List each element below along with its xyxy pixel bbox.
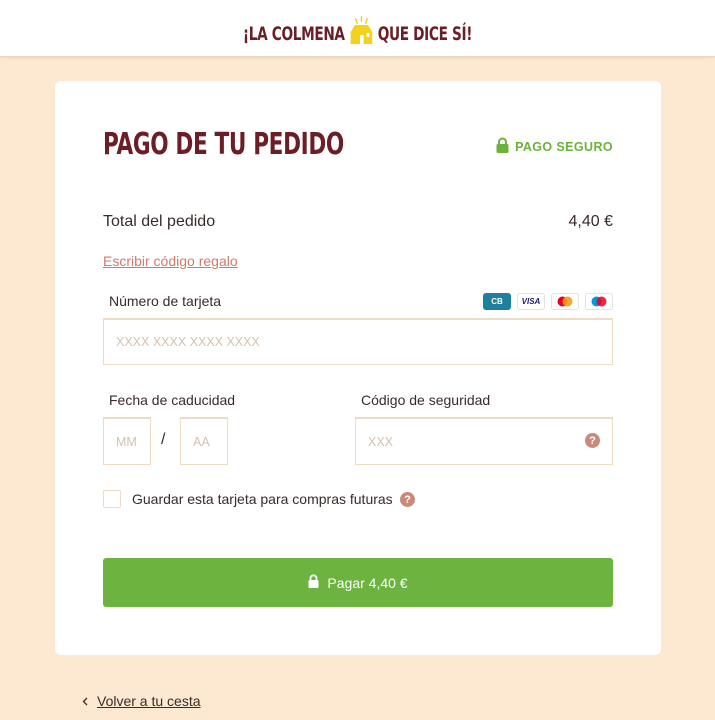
order-total-value: 4,40 € xyxy=(568,213,613,230)
page-title: PAGO DE TU PEDIDO xyxy=(103,127,344,162)
payment-card: PAGO DE TU PEDIDO PAGO SEGURO Total del … xyxy=(55,81,661,655)
card-number-input[interactable] xyxy=(103,318,613,365)
card-number-label: Número de tarjeta xyxy=(109,293,222,309)
expiry-date-label: Fecha de caducidad xyxy=(109,392,236,408)
order-total-label: Total del pedido xyxy=(103,213,216,230)
visa-card-icon: VISA xyxy=(517,293,545,310)
chevron-left-icon xyxy=(82,693,88,709)
mastercard-icon xyxy=(551,293,579,310)
save-card-checkbox[interactable] xyxy=(103,490,121,508)
pay-button[interactable]: Pagar 4,40 € xyxy=(103,558,613,607)
gift-code-link[interactable]: Escribir código regalo xyxy=(103,253,238,269)
logo-text-right: QUE DICE SÍ! xyxy=(377,23,473,45)
logo-text-left: ¡LA COLMENA xyxy=(242,23,345,45)
back-to-cart[interactable]: Volver a tu cesta xyxy=(82,693,201,709)
security-code-help-icon[interactable]: ? xyxy=(585,433,600,448)
security-code-label: Código de seguridad xyxy=(361,392,491,408)
security-code-input[interactable] xyxy=(355,417,613,465)
pay-button-label: Pagar 4,40 € xyxy=(327,574,408,591)
brand-logo[interactable]: ¡LA COLMENA QUE DICE SÍ! xyxy=(100,16,615,51)
back-to-cart-link[interactable]: Volver a tu cesta xyxy=(97,693,201,709)
secure-payment-badge: PAGO SEGURO xyxy=(496,137,613,156)
expiry-separator: / xyxy=(161,431,166,448)
cb-card-icon: CB xyxy=(483,293,511,310)
lock-icon xyxy=(308,574,319,591)
accepted-cards: CB VISA xyxy=(483,293,613,310)
lock-icon xyxy=(496,137,509,156)
beehive-logo-icon xyxy=(349,16,373,51)
expiry-year-input[interactable] xyxy=(180,417,228,465)
expiry-month-input[interactable] xyxy=(103,417,151,465)
secure-payment-label: PAGO SEGURO xyxy=(515,139,613,154)
top-bar: ¡LA COLMENA QUE DICE SÍ! xyxy=(0,0,715,57)
save-card-help-icon[interactable]: ? xyxy=(400,492,415,507)
maestro-card-icon xyxy=(585,293,613,310)
save-card-label: Guardar esta tarjeta para compras futura… xyxy=(132,491,393,507)
